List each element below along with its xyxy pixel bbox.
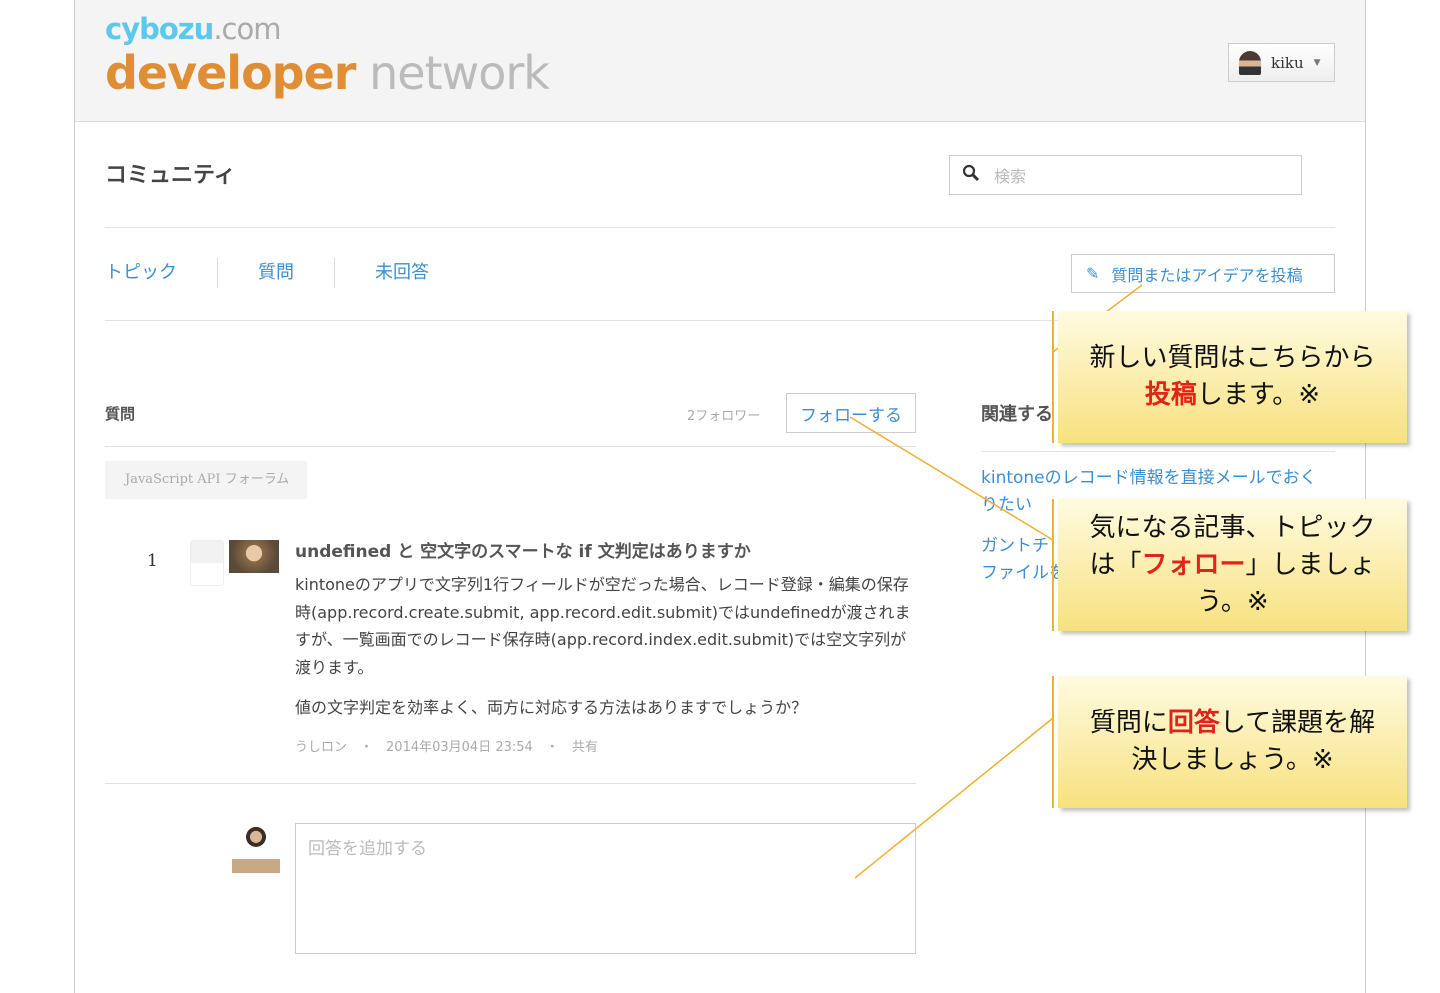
callout-text: します。※	[1196, 380, 1321, 410]
callout-bar	[1052, 311, 1054, 443]
callout-answer: 質問に回答して課題を解決しましょう。※	[1058, 676, 1407, 808]
callout-bar	[1052, 676, 1054, 808]
callout-post: 新しい質問はこちらから投稿します。※	[1058, 311, 1407, 443]
callout-text: 質問に	[1089, 708, 1168, 738]
callout-text: 新しい質問はこちらから	[1089, 343, 1376, 373]
callout-emphasis: 回答	[1167, 708, 1220, 738]
callout-emphasis: フォロー	[1141, 549, 1246, 580]
callout-connectors	[849, 284, 1143, 879]
callout-follow: 気になる記事、トピックは「フォロー」しましょう。※	[1058, 499, 1407, 631]
callout-bar	[1052, 499, 1054, 631]
callout-emphasis: 投稿	[1144, 380, 1197, 410]
